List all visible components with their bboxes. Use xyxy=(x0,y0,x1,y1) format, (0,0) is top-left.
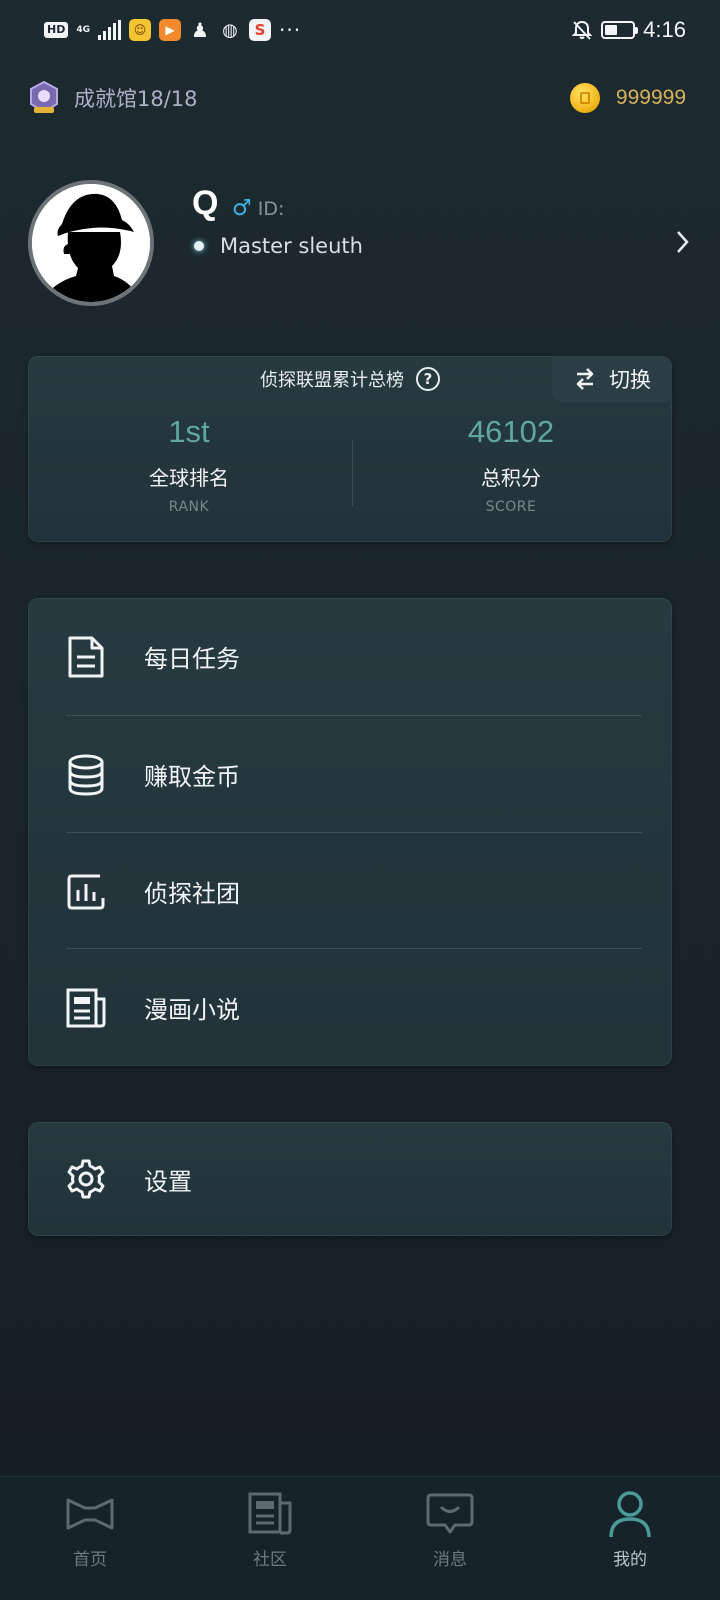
app-notification-icon: ☺ xyxy=(129,19,151,41)
mute-icon xyxy=(571,20,593,40)
community-icon xyxy=(244,1489,296,1539)
rank-value: 1st xyxy=(168,414,210,449)
bar-chart-icon xyxy=(64,870,108,914)
title-dot-icon xyxy=(194,241,204,251)
switch-button[interactable]: 切换 xyxy=(552,356,672,402)
menu-item-earn-coins[interactable]: 赚取金币 xyxy=(28,716,672,833)
newspaper-icon xyxy=(64,986,108,1030)
battery-icon xyxy=(601,21,639,39)
coin-balance[interactable]: 999999 xyxy=(569,83,686,113)
weibo-icon: S xyxy=(249,19,271,41)
nav-messages[interactable]: 消息 xyxy=(360,1477,540,1600)
qq-icon: ♟ xyxy=(191,18,209,42)
gender-id-row: ♂ ID: xyxy=(232,196,285,221)
achievement-link[interactable]: 成就馆18/18 xyxy=(26,80,198,116)
coin-icon xyxy=(569,83,600,113)
coin-amount: 999999 xyxy=(615,86,686,109)
settings-item[interactable]: 设置 xyxy=(28,1122,672,1236)
video-app-icon: ▶ xyxy=(159,19,181,41)
document-icon xyxy=(64,635,108,679)
status-bar-right: 4:16 xyxy=(571,17,686,43)
nav-label: 首页 xyxy=(73,1550,107,1570)
bottom-navigation: 首页 社区 消息 我的 xyxy=(0,1476,720,1600)
menu-card: 每日任务 赚取金币 侦探社团 漫画小说 xyxy=(28,598,672,1066)
home-bowtie-icon xyxy=(64,1489,116,1539)
gear-icon xyxy=(64,1157,108,1201)
rank-label: 全球排名 xyxy=(149,466,229,490)
settings-card[interactable]: 设置 xyxy=(28,1122,672,1236)
score-stat: 46102 总积分 SCORE xyxy=(350,414,672,515)
achievement-badge-icon xyxy=(30,80,58,114)
settings-label: 设置 xyxy=(144,1167,192,1196)
score-label: 总积分 xyxy=(481,466,541,490)
menu-item-label: 漫画小说 xyxy=(144,996,240,1024)
rank-stat: 1st 全球排名 RANK xyxy=(28,414,350,515)
menu-item-label: 侦探社团 xyxy=(144,880,240,908)
hd-indicator: HD xyxy=(44,22,69,38)
score-value: 46102 xyxy=(467,414,555,449)
nav-community[interactable]: 社区 xyxy=(180,1477,360,1600)
leaderboard-card: 侦探联盟累计总榜 ? 切换 1st 全球排名 RANK 46102 总积分 SC… xyxy=(28,356,672,542)
user-title: Master sleuth xyxy=(220,234,363,258)
male-icon: ♂ xyxy=(232,196,252,221)
switch-label: 切换 xyxy=(609,368,651,392)
swap-arrows-icon xyxy=(576,368,594,390)
nav-label: 社区 xyxy=(253,1550,287,1570)
status-bar: HD 4G ☺ ▶ ♟ ◍ S ··· 4:16 xyxy=(0,0,720,60)
nav-profile[interactable]: 我的 xyxy=(540,1477,720,1600)
network-type: 4G xyxy=(76,24,90,35)
user-id-label: ID: xyxy=(257,198,285,220)
profile-header[interactable]: Q ♂ ID: Master sleuth xyxy=(28,178,692,308)
signal-icon xyxy=(98,20,121,40)
more-notifications-icon: ··· xyxy=(279,18,302,42)
chevron-right-icon[interactable] xyxy=(672,228,692,256)
detective-silhouette-icon xyxy=(32,184,150,302)
top-info-row: 成就馆18/18 999999 xyxy=(0,76,720,120)
message-icon xyxy=(424,1489,476,1539)
menu-item-daily-tasks[interactable]: 每日任务 xyxy=(28,598,672,715)
rank-sublabel: RANK xyxy=(168,499,210,515)
status-bar-left: HD 4G ☺ ▶ ♟ ◍ S ··· xyxy=(44,18,302,42)
menu-item-comics-novels[interactable]: 漫画小说 xyxy=(28,949,672,1066)
achievement-label: 成就馆18/18 xyxy=(74,87,198,111)
menu-item-label: 每日任务 xyxy=(144,645,240,673)
leaderboard-title: 侦探联盟累计总榜 xyxy=(260,370,404,391)
nav-label: 消息 xyxy=(433,1550,467,1570)
browser-icon: ◍ xyxy=(222,19,238,41)
score-sublabel: SCORE xyxy=(485,499,537,515)
help-icon[interactable]: ? xyxy=(416,367,440,391)
username: Q xyxy=(192,184,219,222)
user-title-row: Master sleuth xyxy=(194,234,363,258)
menu-item-detective-club[interactable]: 侦探社团 xyxy=(28,833,672,950)
profile-icon xyxy=(604,1489,656,1539)
coin-stack-icon xyxy=(64,753,108,797)
nav-home[interactable]: 首页 xyxy=(0,1477,180,1600)
nav-label: 我的 xyxy=(613,1550,647,1570)
menu-item-label: 赚取金币 xyxy=(144,763,240,791)
avatar[interactable] xyxy=(28,180,154,306)
clock: 4:16 xyxy=(643,17,686,42)
